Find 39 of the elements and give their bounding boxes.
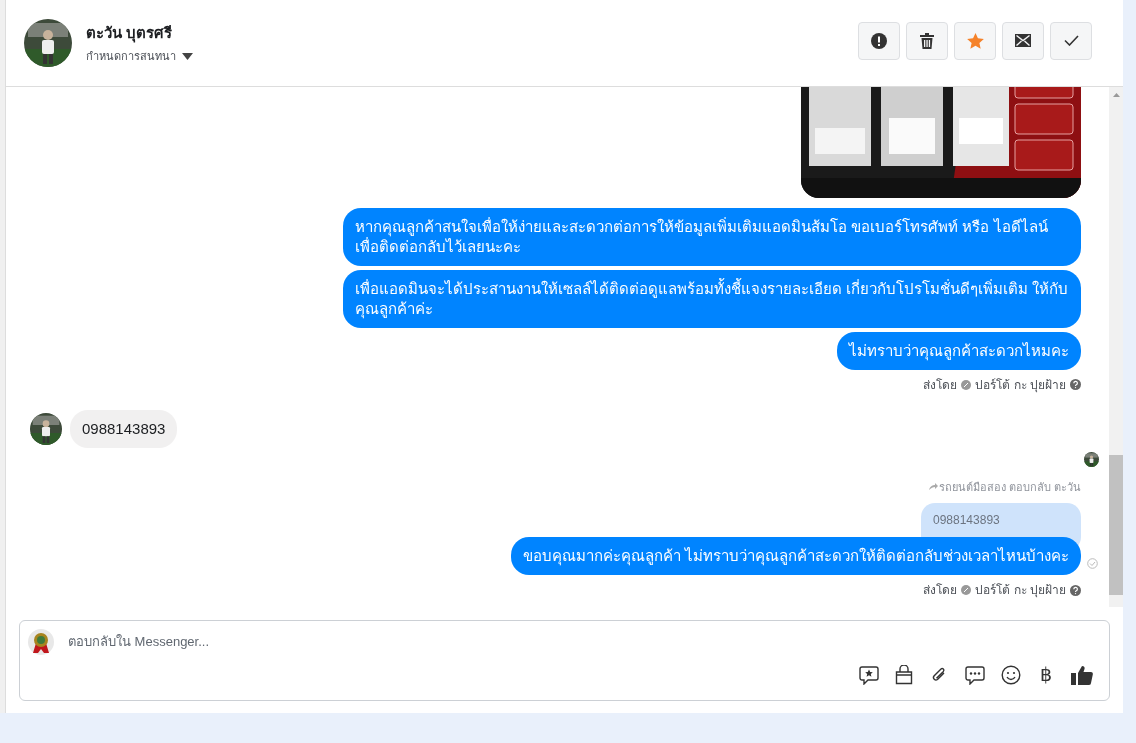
scroll-thumb[interactable] <box>1109 455 1123 595</box>
star-button[interactable] <box>954 21 996 60</box>
reply-input[interactable]: ตอบกลับใน Messenger... <box>68 632 1101 652</box>
sent-by-label: ส่งโดย <box>923 376 958 394</box>
scrollbar[interactable] <box>1109 87 1123 607</box>
message-bubble: ไม่ทราบว่าคุณลูกค้าสะดวกไหมคะ <box>837 331 1081 370</box>
seen-avatar <box>1084 451 1099 467</box>
alert-icon <box>871 32 887 49</box>
message-bubble: ขอบคุณมากค่ะคุณลูกค้า ไม่ทราบว่าคุณลูกค้าสะดวกให้ติดต่อกลับช่วงเวลาไหนบ้างคะ <box>510 537 1081 575</box>
mail-icon <box>1015 34 1031 47</box>
help-icon <box>1070 584 1081 596</box>
message-bubble: หากคุณลูกค้าสนใจเพื่อให้ง่ายและสะดวกต่อการให้ข้อมูลเพิ่มเติมแอดมินส้มโอ ขอเบอร์โทรศัพท์ หรือ ไอดีไลน์ เพื่อติดต่อกลับไว้เลยนะคะ <box>343 207 1081 266</box>
check-icon <box>1063 35 1079 46</box>
sender-name: ปอร์โต้ กะ ปุยฝ้าย <box>975 582 1066 599</box>
bag-icon[interactable] <box>895 665 913 685</box>
chat-icon[interactable] <box>965 665 985 685</box>
sent-by-label: ส่งโดย <box>923 582 958 599</box>
thumbs-up-icon[interactable] <box>1071 665 1093 685</box>
help-icon <box>1070 379 1081 390</box>
currency-button[interactable]: ฿ <box>1037 665 1055 685</box>
mail-button[interactable] <box>1002 21 1044 60</box>
caret-icon <box>182 52 193 60</box>
reply-icon <box>928 483 938 491</box>
page-avatar-icon <box>28 629 54 655</box>
sender-name: ปอร์โต้ กะ ปุยฝ้าย <box>975 376 1066 394</box>
sticker-icon[interactable] <box>859 665 879 685</box>
check-button[interactable] <box>1050 21 1092 60</box>
message-bubble: 0988143893 <box>70 409 178 448</box>
verified-icon <box>961 585 972 595</box>
message-bubble: เพื่อแอดมินจะได้ประสานงานให้เซลล์ได้ติดต่อดูแลพร้อมทั้งชี้แจงรายละเอียด เกี่ยวกับโปรโมชั่นดีๆเพิ่มเติม ให้กับคุณลูกค้าค่ะ <box>343 269 1081 328</box>
star-icon <box>966 32 984 49</box>
contact-name: ตะวัน บุตรศรี <box>86 22 174 44</box>
trash-icon <box>920 32 934 49</box>
reply-note: รถยนต์มือสอง ตอบกลับ ตะวัน <box>938 479 1081 495</box>
verified-icon <box>961 379 972 390</box>
trash-button[interactable] <box>906 21 948 60</box>
alert-button[interactable] <box>858 21 900 60</box>
conversation-menu[interactable]: กำหนดการสนทนา <box>86 48 193 65</box>
emoji-icon[interactable] <box>1001 665 1021 685</box>
